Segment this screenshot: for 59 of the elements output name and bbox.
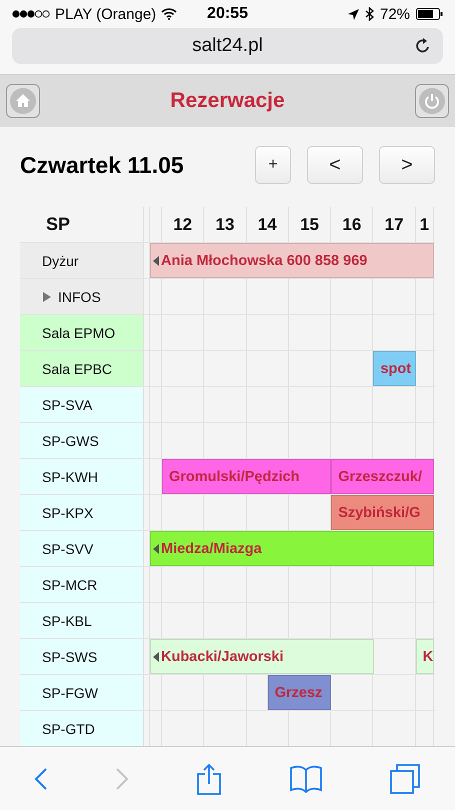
booking-bar[interactable]: Miedza/Miazga	[150, 531, 434, 566]
home-button[interactable]	[6, 84, 40, 118]
clock: 20:55	[207, 5, 248, 23]
battery-percent: 72%	[380, 6, 410, 22]
previous-day-button[interactable]: <	[307, 146, 363, 184]
battery-icon	[416, 8, 444, 20]
share-button[interactable]	[196, 763, 222, 795]
hour-label: 17	[384, 214, 404, 234]
carrier-name: PLAY (Orange)	[55, 6, 156, 22]
power-button[interactable]	[415, 84, 449, 118]
resource-label[interactable]: Sala EPBC	[20, 351, 144, 386]
resource-label[interactable]: SP-KPX	[20, 495, 144, 530]
tabs-button[interactable]	[389, 763, 422, 795]
hour-label: 16	[342, 214, 362, 234]
resource-label[interactable]: Sala EPMO	[20, 315, 144, 350]
power-icon	[419, 88, 445, 114]
resource-label[interactable]: SP-MCR	[20, 567, 144, 602]
book-icon	[290, 765, 322, 793]
reload-icon[interactable]	[415, 37, 431, 55]
location-icon	[348, 8, 359, 20]
back-button[interactable]	[34, 767, 48, 791]
booking-bar[interactable]: Kubacki/Jaworski	[150, 639, 374, 674]
resource-label[interactable]: SP-KWH	[20, 459, 144, 494]
bluetooth-icon	[364, 7, 374, 21]
hour-label: 15	[300, 214, 319, 234]
signal-icon	[12, 10, 50, 18]
resource-label[interactable]: SP-SWS	[20, 639, 144, 674]
continues-left-icon	[153, 256, 159, 266]
collapsed-triangle-icon[interactable]	[42, 292, 52, 302]
booking-bar[interactable]: K	[416, 639, 434, 674]
add-button[interactable]: +	[255, 146, 291, 184]
resource-label[interactable]: SP-GTD	[20, 711, 144, 746]
hour-label: 1	[420, 214, 430, 234]
resource-label[interactable]: SP-SVV	[20, 531, 144, 566]
column-header: SP	[20, 207, 144, 242]
page-title: Rezerwacje	[170, 89, 285, 113]
resource-label[interactable]: SP-SVA	[20, 387, 144, 422]
booking-bar[interactable]: Ania Młochowska 600 858 969	[150, 243, 434, 278]
tabs-icon	[389, 763, 422, 795]
continues-left-icon	[153, 544, 159, 554]
bookmarks-button[interactable]	[290, 765, 322, 793]
wifi-icon	[161, 8, 178, 20]
home-icon	[10, 88, 36, 114]
forward-icon	[115, 767, 130, 791]
continues-left-icon	[153, 652, 159, 662]
resource-label[interactable]: SP-KBL	[20, 603, 144, 638]
share-icon	[196, 763, 222, 795]
hour-label: 12	[173, 214, 192, 234]
back-icon	[34, 767, 48, 791]
resource-label[interactable]: Dyżur	[20, 243, 144, 278]
hour-label: 14	[258, 214, 277, 234]
address-bar[interactable]: salt24.pl	[12, 28, 443, 64]
hour-label: 13	[215, 214, 234, 234]
forward-button[interactable]	[115, 767, 130, 791]
resource-label[interactable]: INFOS	[20, 279, 144, 314]
resource-label[interactable]: SP-FGW	[20, 675, 144, 710]
resource-label[interactable]: SP-GWS	[20, 423, 144, 458]
day-title: Czwartek 11.05	[20, 152, 185, 178]
next-day-button[interactable]: >	[379, 146, 435, 184]
